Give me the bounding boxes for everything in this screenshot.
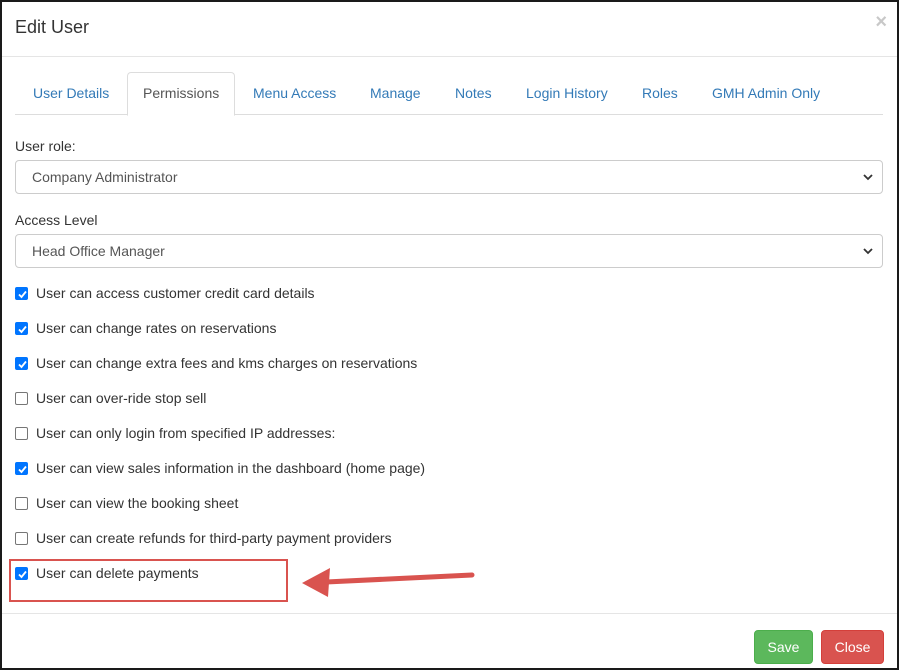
checkbox[interactable] [15, 391, 28, 405]
tab-user-details[interactable]: User Details [18, 72, 124, 115]
edit-user-modal: Edit User × User Details Permissions Men… [0, 0, 899, 670]
checkmark-icon [18, 465, 27, 473]
access-level-select[interactable]: Head Office Manager [15, 234, 883, 268]
permission-view-booking-sheet[interactable]: User can view the booking sheet [15, 493, 238, 513]
modal-title: Edit User [15, 17, 90, 37]
user-role-label: User role: [15, 138, 76, 154]
checkbox[interactable] [15, 286, 28, 300]
modal-footer: Save Close [2, 613, 897, 668]
access-level-label: Access Level [15, 212, 98, 228]
close-icon[interactable]: × [875, 12, 887, 32]
permission-label: User can change rates on reservations [36, 320, 277, 336]
checkbox[interactable] [15, 356, 28, 370]
user-role-select[interactable]: Company Administrator [15, 160, 883, 194]
tab-notes[interactable]: Notes [440, 72, 507, 115]
checkbox[interactable] [15, 321, 28, 335]
checkmark-icon [18, 325, 27, 333]
permission-label: User can access customer credit card det… [36, 285, 315, 301]
checkbox[interactable] [15, 531, 28, 545]
permission-change-rates[interactable]: User can change rates on reservations [15, 318, 276, 338]
checkbox[interactable] [15, 461, 28, 475]
chevron-down-icon [863, 174, 873, 181]
permission-view-sales-info[interactable]: User can view sales information in the d… [15, 458, 425, 478]
checkbox[interactable] [15, 426, 28, 440]
checkbox[interactable] [15, 496, 28, 510]
permission-label: User can view the booking sheet [36, 495, 239, 511]
permission-ip-restricted-login[interactable]: User can only login from specified IP ad… [15, 423, 335, 443]
tab-permissions[interactable]: Permissions [127, 72, 236, 116]
modal-header: Edit User × [2, 2, 897, 57]
permission-label: User can create refunds for third-party … [36, 530, 392, 546]
checkmark-icon [18, 290, 27, 298]
close-button[interactable]: Close [821, 630, 884, 664]
tab-menu-access[interactable]: Menu Access [238, 72, 351, 115]
permission-label: User can only login from specified IP ad… [36, 425, 336, 441]
permission-label: User can change extra fees and kms charg… [36, 355, 418, 371]
tab-gmh-admin-only[interactable]: GMH Admin Only [697, 72, 835, 115]
tab-manage[interactable]: Manage [355, 72, 436, 115]
tab-bar: User Details Permissions Menu Access Man… [15, 72, 883, 116]
chevron-down-icon [863, 248, 873, 255]
user-role-value: Company Administrator [32, 169, 178, 185]
permission-override-stop-sell[interactable]: User can over-ride stop sell [15, 388, 206, 408]
annotation-arrow-icon [302, 568, 475, 597]
access-level-value: Head Office Manager [32, 243, 165, 259]
permission-change-extra-fees[interactable]: User can change extra fees and kms charg… [15, 353, 417, 373]
permission-credit-card-details[interactable]: User can access customer credit card det… [15, 283, 315, 303]
checkmark-icon [18, 360, 27, 368]
tab-login-history[interactable]: Login History [511, 72, 623, 115]
save-button[interactable]: Save [754, 630, 813, 664]
permission-create-refunds[interactable]: User can create refunds for third-party … [15, 528, 392, 548]
permission-label: User can view sales information in the d… [36, 460, 426, 476]
annotation-highlight-box [9, 559, 288, 602]
tab-roles[interactable]: Roles [627, 72, 693, 115]
permission-label: User can over-ride stop sell [36, 390, 207, 406]
